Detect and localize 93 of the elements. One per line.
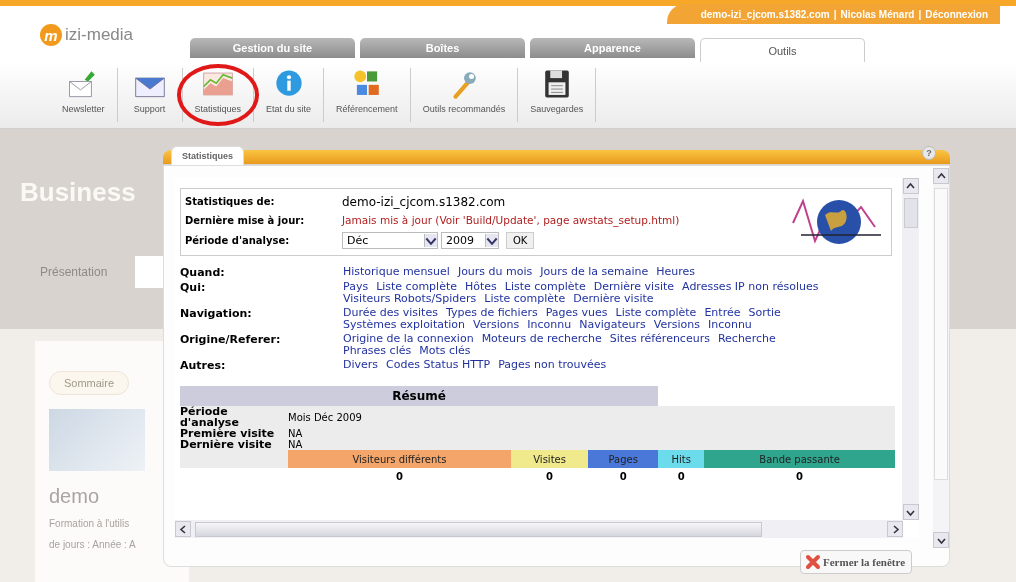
- column-header: Hits: [658, 450, 705, 468]
- vertical-scrollbar[interactable]: [933, 168, 949, 548]
- scroll-thumb[interactable]: [934, 188, 948, 480]
- stats-link[interactable]: Hôtes: [465, 281, 497, 293]
- close-window-button[interactable]: Fermer la fenêtre: [800, 550, 913, 574]
- row-label: Première visite: [180, 428, 288, 439]
- year-select[interactable]: 2009: [441, 232, 499, 250]
- stats-link[interactable]: Divers: [343, 359, 379, 372]
- card-title: demo: [49, 485, 101, 508]
- stats-link[interactable]: Systèmes exploitation: [343, 319, 466, 331]
- scroll-down-button[interactable]: [933, 532, 949, 548]
- scroll-thumb[interactable]: [195, 521, 762, 537]
- info-label: Dernière mise à jour:: [185, 215, 306, 226]
- logo-text: izi-media: [65, 25, 134, 45]
- info-label: Période d'analyse:: [185, 235, 291, 247]
- table-cell: NA: [288, 439, 895, 450]
- toolbar-button[interactable]: Newsletter: [50, 68, 117, 122]
- separator: |: [833, 8, 837, 20]
- caret-icon: [906, 181, 915, 191]
- stats-link[interactable]: Jours du mois: [457, 266, 533, 279]
- vertical-scrollbar[interactable]: [902, 178, 919, 520]
- stats-link[interactable]: Recherche: [717, 333, 776, 345]
- stats-link[interactable]: Inconnu: [707, 319, 752, 331]
- ok-button[interactable]: OK: [506, 232, 535, 250]
- stats-link[interactable]: Historique mensuel: [343, 266, 450, 279]
- stats-link[interactable]: Sites référenceurs: [609, 333, 710, 345]
- nav-label: Qui:: [180, 281, 207, 296]
- caret-icon: [424, 234, 437, 248]
- stats-link[interactable]: Codes Status HTTP: [386, 359, 491, 372]
- card-text: de jours : Année : A: [49, 539, 137, 550]
- toolbar-button[interactable]: Support: [117, 68, 182, 122]
- table-cell: Mois Déc 2009: [288, 406, 895, 428]
- info-value: demo-izi_cjcom.s1382.com: [342, 194, 507, 209]
- stats-link[interactable]: Liste complète: [484, 293, 566, 305]
- stats-link[interactable]: Jours de la semaine: [540, 266, 649, 279]
- table-cell: NA: [288, 428, 895, 439]
- stats-link[interactable]: Types de fichiers: [445, 307, 538, 319]
- nav-label: Navigation:: [180, 307, 253, 322]
- stats-link[interactable]: Versions: [653, 319, 700, 331]
- nav-label: Quand:: [180, 266, 226, 279]
- row-label: Dernière visite: [180, 439, 288, 450]
- nav-label: Origine/Referer:: [180, 333, 282, 348]
- scroll-up-button[interactable]: [902, 178, 919, 194]
- toolbar-button[interactable]: Sauvegardes: [518, 68, 596, 122]
- card-text: Formation à l'utilis: [49, 518, 131, 529]
- stats-link[interactable]: Liste complète: [504, 281, 586, 293]
- caret-icon: [485, 234, 498, 248]
- stats-link[interactable]: Liste complète: [615, 307, 697, 319]
- stats-link[interactable]: Adresses IP non résolues: [682, 281, 819, 293]
- month-select[interactable]: Déc: [342, 232, 438, 250]
- stats-link[interactable]: Entrée: [704, 307, 741, 319]
- stats-link[interactable]: Pages vues: [545, 307, 608, 319]
- column-header: Visites: [510, 450, 589, 468]
- stats-link[interactable]: Mots clés: [419, 345, 471, 357]
- scroll-down-button[interactable]: [902, 504, 919, 520]
- stats-link[interactable]: Navigateurs: [579, 319, 646, 331]
- info-label: Statistiques de:: [185, 196, 276, 208]
- stats-link[interactable]: Dernière visite: [573, 293, 654, 305]
- logo-icon: m: [40, 24, 62, 46]
- scroll-right-button[interactable]: [887, 521, 903, 537]
- nav-label: Autres:: [180, 359, 227, 372]
- stats-link[interactable]: Pages non trouvées: [498, 359, 607, 372]
- stats-link[interactable]: Sortie: [748, 307, 781, 319]
- toolbar-button[interactable]: Référencement: [324, 68, 410, 122]
- toolbar-button[interactable]: Etat du site: [254, 68, 324, 122]
- separator: |: [918, 8, 922, 20]
- column-header: Bande passante: [704, 450, 895, 468]
- tab[interactable]: Outils: [700, 38, 865, 62]
- scroll-up-button[interactable]: [933, 168, 949, 184]
- toolbar-button[interactable]: Statistiques: [182, 68, 254, 122]
- scroll-left-button[interactable]: [175, 521, 191, 537]
- stats-link[interactable]: Durée des visites: [343, 307, 438, 319]
- stats-link[interactable]: Dernière visite: [593, 281, 675, 293]
- column-header: Pages: [588, 450, 659, 468]
- stats-link[interactable]: Moteurs de recherche: [481, 333, 602, 345]
- stats-link[interactable]: Liste complète: [376, 281, 457, 293]
- stats-link[interactable]: Visiteurs Robots/Spiders: [343, 293, 477, 305]
- caret-icon: [936, 171, 946, 181]
- stats-link[interactable]: Pays: [343, 281, 369, 293]
- stats-link[interactable]: Inconnu: [527, 319, 572, 331]
- summary-title: Résumé: [180, 386, 659, 406]
- stats-link[interactable]: Heures: [656, 266, 696, 279]
- caret-icon: [178, 524, 188, 534]
- row-label: Période d'analyse: [180, 406, 288, 428]
- stats-link[interactable]: Origine de la connexion: [343, 333, 474, 345]
- update-warning: Jamais mis à jour (Voir 'Build/Update', page awstats_setup.html): [342, 214, 680, 227]
- stats-link[interactable]: Versions: [473, 319, 520, 331]
- stats-link[interactable]: Phrases clés: [343, 345, 412, 357]
- horizontal-scrollbar[interactable]: [175, 520, 903, 538]
- toolbar-button[interactable]: Outils recommandés: [410, 68, 518, 122]
- column-header: Visiteurs différents: [288, 450, 511, 468]
- scroll-thumb[interactable]: [903, 198, 918, 228]
- close-icon: [805, 554, 821, 570]
